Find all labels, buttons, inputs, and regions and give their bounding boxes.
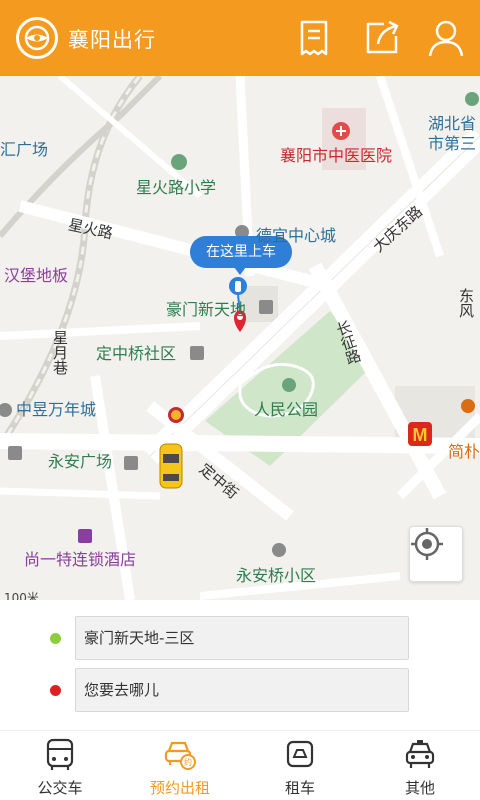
map-label: 永安桥小区 — [236, 566, 317, 585]
tab-label: 其他 — [404, 779, 435, 797]
map-view[interactable]: M 在这里上车 汇广场 星火路小学 襄阳市中医医院 湖北省 市第三 德宜中心城 … — [0, 76, 480, 600]
app-header: 襄阳出行 — [0, 0, 480, 76]
map-label: 人民公园 — [254, 400, 319, 419]
tab-label: 租车 — [284, 779, 315, 797]
map-label: 湖北省 — [428, 114, 477, 133]
tab-rental[interactable]: 租车 — [240, 731, 360, 800]
app-logo-icon — [16, 17, 58, 59]
destination-field[interactable]: 您要去哪儿 — [75, 668, 409, 712]
road-label: 星月巷 — [51, 330, 69, 375]
map-label: 市第三 — [428, 134, 477, 153]
map-label: 定中桥社区 — [96, 344, 177, 363]
user-profile-icon[interactable] — [426, 18, 466, 58]
taxi-booking-icon: 约 — [164, 741, 196, 770]
svg-text:约: 约 — [184, 757, 192, 767]
tab-bus[interactable]: 公交车 — [0, 731, 120, 800]
map-label: 永安广场 — [48, 452, 113, 471]
svg-text:M: M — [413, 425, 428, 445]
tab-other[interactable]: 其他 — [360, 731, 480, 800]
address-panel: 豪门新天地-三区 您要去哪儿 — [0, 600, 480, 730]
app-title: 襄阳出行 — [68, 28, 156, 52]
road-label: 东风 — [457, 288, 475, 318]
crosshair-icon — [411, 528, 443, 560]
car-icon — [405, 740, 435, 768]
bus-icon — [46, 738, 74, 770]
map-label: 汉堡地板 — [4, 266, 69, 285]
map-roads: M — [0, 76, 480, 600]
map-label: 中昱万年城 — [16, 400, 97, 419]
map-label: 简朴 — [448, 442, 480, 461]
destination-row: 您要去哪儿 — [0, 668, 480, 712]
map-label: 尚一特连锁酒店 — [24, 550, 137, 569]
map-label: 汇广场 — [0, 140, 49, 159]
map-label: 襄阳市中医医院 — [280, 146, 393, 165]
start-location-row: 豪门新天地-三区 — [0, 616, 480, 660]
map-label: 德宜中心城 — [256, 226, 337, 245]
share-icon[interactable] — [362, 18, 402, 58]
tab-taxi-booking[interactable]: 约 预约出租 — [120, 731, 240, 800]
tab-label: 公交车 — [37, 779, 83, 797]
destination-dot-icon — [50, 685, 61, 696]
order-list-icon[interactable] — [294, 18, 334, 58]
start-location-field[interactable]: 豪门新天地-三区 — [75, 616, 409, 660]
start-dot-icon — [50, 633, 61, 644]
map-label: 星火路小学 — [136, 178, 217, 197]
locate-me-button[interactable] — [409, 526, 463, 582]
bottom-tab-bar: 公交车 约 预约出租 租车 其他 — [0, 730, 480, 800]
rental-car-icon — [286, 740, 314, 768]
map-label: 豪门新天地 — [166, 300, 247, 319]
tab-label: 预约出租 — [149, 779, 210, 797]
map-scale-label: 100米 — [4, 591, 39, 600]
